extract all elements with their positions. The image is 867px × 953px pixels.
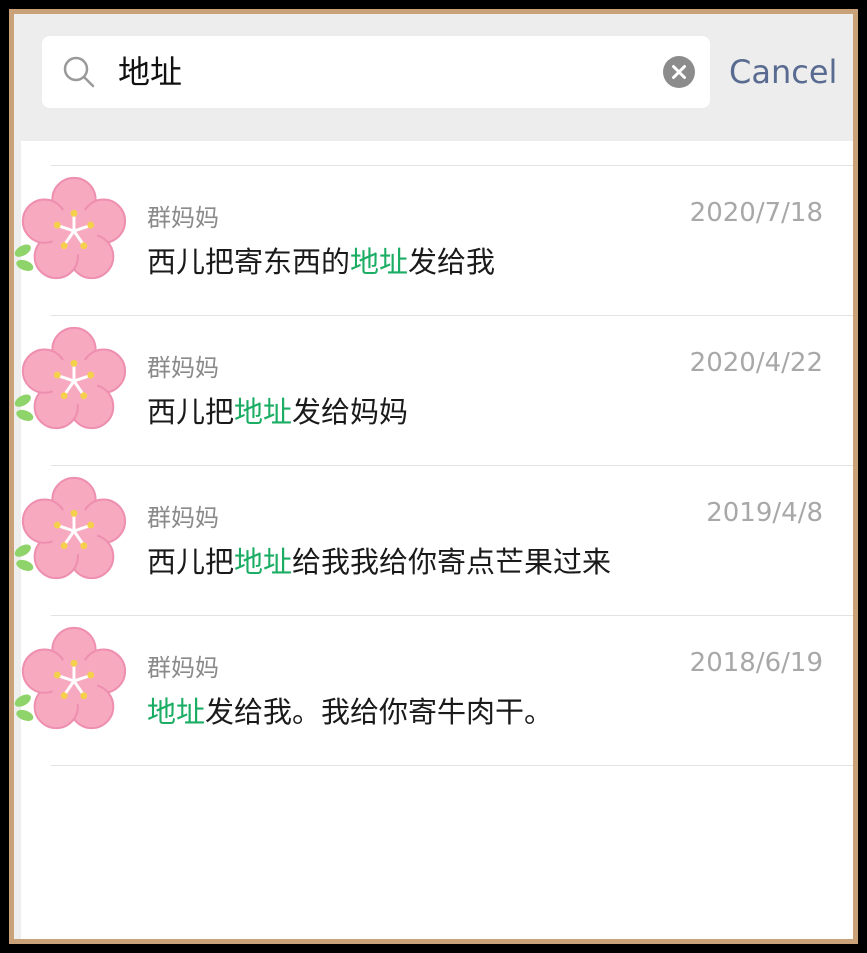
photo-frame: 地址 Cancel 群妈妈 2020/7/18 西儿把寄东西的地址发给我 群妈妈…	[9, 9, 858, 944]
keyword-highlight: 地址	[350, 245, 409, 279]
clear-icon[interactable]	[663, 56, 695, 88]
keyword-highlight: 地址	[234, 395, 293, 429]
list-item[interactable]: 群妈妈 2018/6/19 地址发给我。我给你寄牛肉干。	[14, 616, 853, 766]
cancel-button[interactable]: Cancel	[729, 36, 837, 108]
keyword-highlight: 地址	[234, 545, 293, 579]
message-snippet: 西儿把寄东西的地址发给我	[147, 245, 496, 279]
message-snippet: 西儿把地址给我我给你寄点芒果过来	[147, 545, 612, 579]
screen: 地址 Cancel 群妈妈 2020/7/18 西儿把寄东西的地址发给我 群妈妈…	[14, 14, 853, 939]
message-date: 2020/4/22	[689, 348, 823, 378]
search-field[interactable]: 地址	[42, 36, 710, 108]
message-snippet: 地址发给我。我给你寄牛肉干。	[147, 695, 554, 729]
flower-avatar-icon	[14, 326, 127, 430]
divider	[51, 765, 853, 766]
list-item[interactable]: 群妈妈 2020/4/22 西儿把地址发给妈妈	[14, 316, 853, 466]
sender-name: 群妈妈	[147, 204, 219, 232]
flower-avatar-icon	[14, 626, 127, 730]
message-snippet: 西儿把地址发给妈妈	[147, 395, 409, 429]
message-date: 2018/6/19	[689, 648, 823, 678]
list-item[interactable]: 群妈妈 2019/4/8 西儿把地址给我我给你寄点芒果过来	[14, 466, 853, 616]
search-icon	[63, 56, 95, 88]
sender-name: 群妈妈	[147, 654, 219, 682]
sender-name: 群妈妈	[147, 504, 219, 532]
flower-avatar-icon	[14, 176, 127, 280]
keyword-highlight: 地址	[147, 695, 206, 729]
list-item[interactable]: 群妈妈 2020/7/18 西儿把寄东西的地址发给我	[14, 166, 853, 316]
sender-name: 群妈妈	[147, 354, 219, 382]
flower-avatar-icon	[14, 476, 127, 580]
message-date: 2019/4/8	[706, 498, 823, 528]
search-input[interactable]: 地址	[118, 36, 182, 108]
search-bar: 地址 Cancel	[21, 14, 853, 141]
message-date: 2020/7/18	[689, 198, 823, 228]
